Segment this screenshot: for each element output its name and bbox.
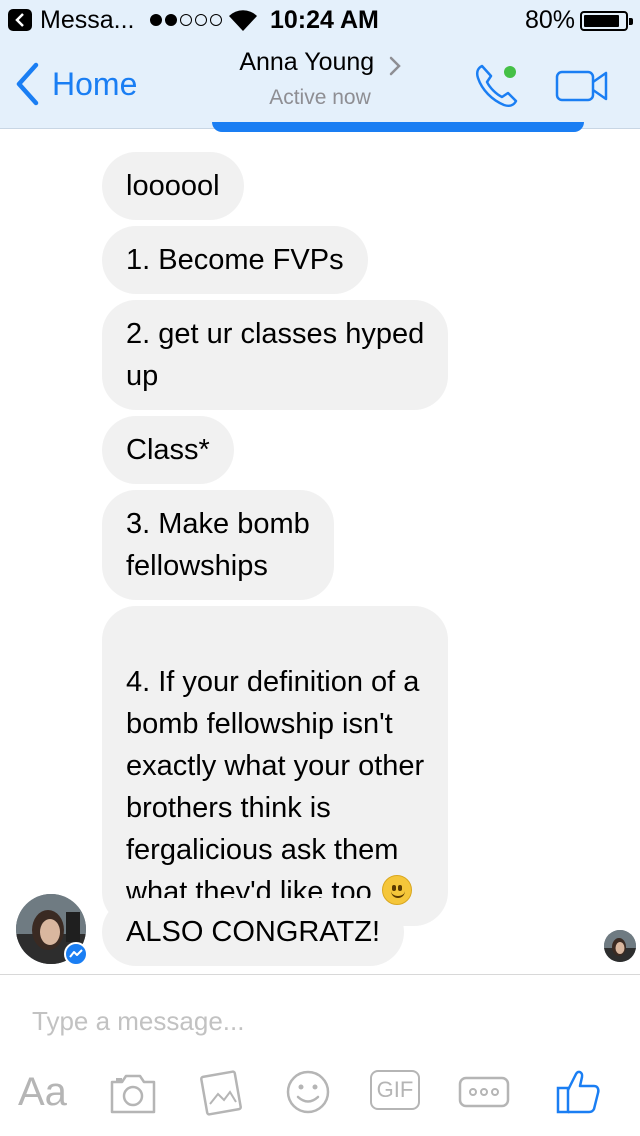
conversation-header: Home Anna Young Active now (0, 40, 640, 129)
read-receipt-avatar (604, 930, 636, 962)
contact-title-button[interactable]: Anna Young (0, 48, 640, 77)
header-accent-strip (212, 122, 584, 132)
message-text: 4. If your definition of a bomb fellowsh… (126, 666, 425, 908)
message-bubble-long[interactable]: 4. If your definition of a bomb fellowsh… (102, 606, 449, 926)
message-bubble[interactable]: Class* (102, 416, 234, 484)
thumbs-up-like-icon[interactable] (554, 1064, 602, 1120)
photo-gallery-icon[interactable] (198, 1064, 246, 1120)
message-thread[interactable]: loooool 1. Become FVPs 2. get ur classes… (0, 132, 640, 972)
message-bubble[interactable]: 2. get ur classes hyped up (102, 300, 449, 410)
video-call-icon[interactable] (555, 68, 609, 104)
camera-icon[interactable] (108, 1064, 158, 1120)
status-bar: Messa... 10:24 AM 80% (0, 0, 640, 40)
message-bubble[interactable]: 1. Become FVPs (102, 226, 368, 294)
wifi-icon (229, 10, 257, 31)
back-to-app-icon[interactable] (8, 9, 32, 31)
cellular-signal-icon (150, 14, 222, 26)
battery-percentage: 80% (525, 6, 576, 34)
message-bubble[interactable]: 3. Make bomb fellowships (102, 490, 334, 600)
gif-button[interactable]: GIF (370, 1064, 422, 1120)
smiling-face-emoji-icon (381, 875, 412, 905)
sticker-smiley-icon[interactable] (284, 1064, 332, 1120)
message-input[interactable] (32, 1000, 592, 1042)
composer-divider (0, 974, 640, 975)
phone-call-icon[interactable] (472, 60, 524, 112)
text-format-button[interactable]: Aa (18, 1064, 72, 1120)
message-bubble[interactable]: loooool (102, 152, 244, 220)
more-options-icon[interactable] (458, 1064, 510, 1120)
back-to-app-label[interactable]: Messa... (40, 6, 134, 35)
gif-label: GIF (370, 1070, 420, 1110)
chevron-right-icon (389, 56, 401, 76)
contact-name: Anna Young (239, 48, 375, 76)
battery-icon (580, 11, 633, 31)
contact-active-status: Active now (269, 86, 371, 109)
clock: 10:24 AM (270, 6, 379, 34)
messenger-badge-icon (64, 942, 88, 966)
message-bubble[interactable]: ALSO CONGRATZ! (102, 898, 405, 966)
